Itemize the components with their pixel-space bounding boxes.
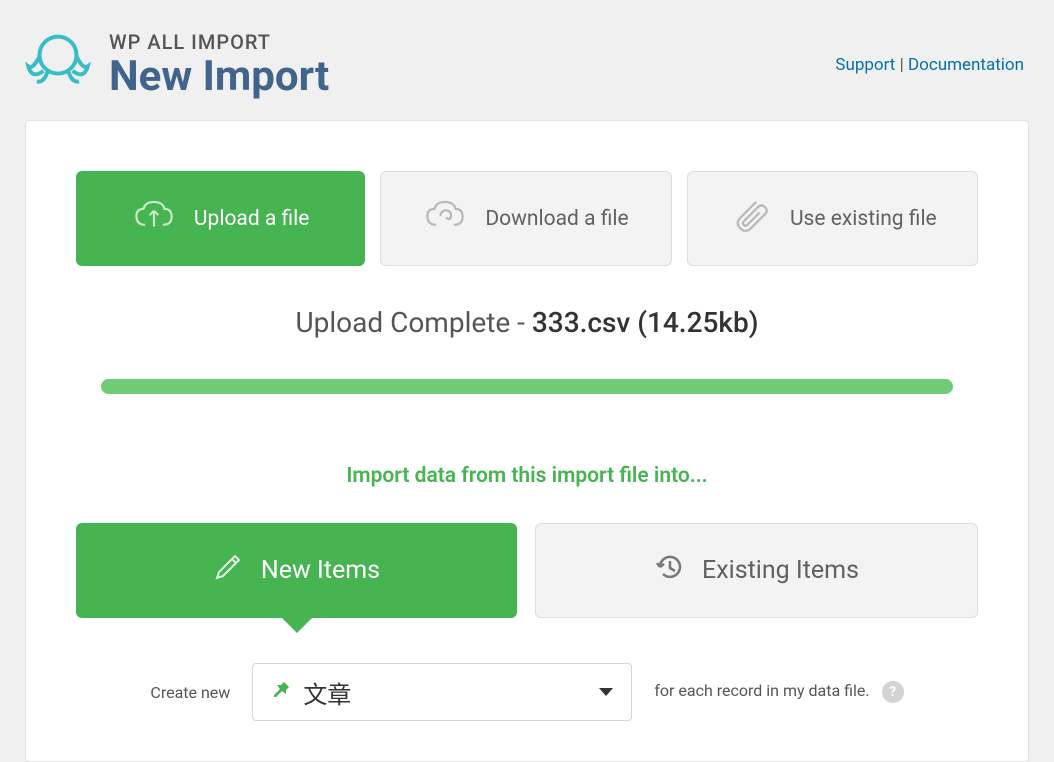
import-mode-row: New Items Existing Items <box>76 523 978 618</box>
history-icon <box>654 552 684 589</box>
post-type-select[interactable]: 文章 <box>252 663 632 721</box>
download-file-label: Download a file <box>485 207 628 231</box>
import-target-heading: Import data from this import file into..… <box>76 464 978 488</box>
page-title: New Import <box>109 54 329 100</box>
new-items-label: New Items <box>261 556 380 585</box>
existing-file-button[interactable]: Use existing file <box>687 171 978 266</box>
pencil-icon <box>213 552 243 589</box>
upload-file-label: Upload a file <box>194 207 309 231</box>
existing-items-button[interactable]: Existing Items <box>535 523 978 618</box>
support-link[interactable]: Support <box>835 55 895 75</box>
header-links: Support | Documentation <box>835 55 1024 75</box>
create-suffix-label: for each record in my data file. ? <box>654 681 903 703</box>
pin-icon <box>271 680 291 704</box>
upload-file-button[interactable]: Upload a file <box>76 171 365 266</box>
documentation-link[interactable]: Documentation <box>908 55 1024 75</box>
create-prefix-label: Create new <box>150 683 230 702</box>
source-option-row: Upload a file Download a file Use existi… <box>76 171 978 266</box>
download-file-button[interactable]: Download a file <box>380 171 671 266</box>
help-icon[interactable]: ? <box>882 681 904 703</box>
existing-items-label: Existing Items <box>702 556 859 585</box>
header-left: WP ALL IMPORT New Import <box>25 30 329 100</box>
existing-file-label: Use existing file <box>790 207 937 231</box>
upload-separator: - <box>510 306 532 339</box>
new-items-button[interactable]: New Items <box>76 523 517 618</box>
cloud-upload-icon <box>132 197 176 241</box>
paperclip-icon <box>728 197 772 241</box>
header-titles: WP ALL IMPORT New Import <box>109 30 329 100</box>
upload-status-label: Upload Complete <box>295 306 510 339</box>
link-separator: | <box>900 55 908 75</box>
upload-filename: 333.csv (14.25kb) <box>532 306 759 339</box>
app-logo-icon <box>25 30 91 100</box>
chevron-down-icon <box>599 688 613 696</box>
post-type-value: 文章 <box>303 675 599 710</box>
main-card: Upload a file Download a file Use existi… <box>25 120 1029 762</box>
upload-progress-bar <box>101 379 953 394</box>
page-header: WP ALL IMPORT New Import Support | Docum… <box>0 0 1054 120</box>
app-subtitle: WP ALL IMPORT <box>109 30 329 54</box>
upload-status: Upload Complete - 333.csv (14.25kb) <box>76 306 978 339</box>
cloud-download-icon <box>423 197 467 241</box>
create-new-row: Create new 文章 for each record in my data… <box>76 663 978 721</box>
